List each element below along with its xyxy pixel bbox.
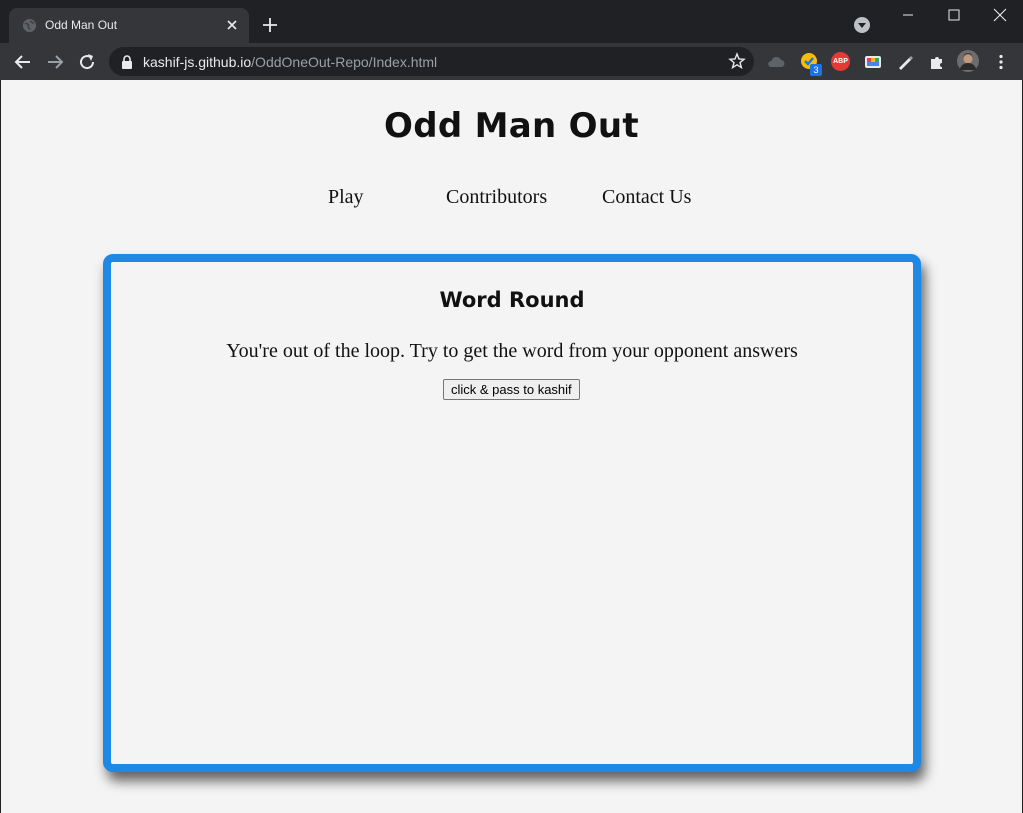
close-window-icon[interactable] — [977, 0, 1023, 30]
forward-arrow-icon[interactable] — [43, 50, 67, 74]
minimize-icon[interactable] — [885, 0, 931, 30]
new-tab-plus-icon[interactable] — [259, 14, 281, 36]
page-title: Odd Man Out — [384, 106, 639, 146]
maximize-icon[interactable] — [931, 0, 977, 30]
browser-tab[interactable]: Odd Man Out — [9, 8, 249, 43]
nav-link-contact-us[interactable]: Contact Us — [602, 186, 691, 209]
round-title: Word Round — [439, 288, 585, 312]
color-palette-extension-icon[interactable] — [863, 52, 883, 72]
reload-icon[interactable] — [75, 50, 99, 74]
url-path: /OddOneOut-Repo/Index.html — [251, 54, 438, 70]
todo-extension[interactable]: 3 — [799, 51, 823, 77]
url-host: kashif-js.github.io — [143, 54, 252, 70]
cloud-icon[interactable] — [766, 52, 786, 72]
address-bar[interactable]: kashif-js.github.io/OddOneOut-Repo/Index… — [109, 47, 754, 76]
close-tab-icon[interactable] — [223, 16, 241, 34]
pen-extension-icon[interactable] — [895, 52, 915, 72]
tab-search-icon[interactable] — [853, 16, 871, 34]
game-card: Word Round You're out of the loop. Try t… — [103, 254, 921, 772]
adblock-extension-icon[interactable]: ABP — [831, 52, 850, 71]
page-viewport: Odd Man Out Play Contributors Contact Us… — [1, 80, 1022, 813]
back-arrow-icon[interactable] — [11, 50, 35, 74]
main-nav: Play Contributors Contact Us — [1, 186, 1022, 210]
profile-avatar-icon[interactable] — [957, 50, 979, 72]
bookmark-star-icon[interactable] — [728, 52, 746, 70]
nav-link-play[interactable]: Play — [328, 186, 364, 209]
pass-button[interactable]: click & pass to kashif — [443, 379, 580, 400]
tab-title: Odd Man Out — [45, 18, 118, 32]
round-message: You're out of the loop. Try to get the w… — [226, 340, 798, 362]
globe-icon — [22, 18, 37, 33]
more-menu-icon[interactable] — [991, 52, 1011, 72]
url-text[interactable]: kashif-js.github.io/OddOneOut-Repo/Index… — [143, 54, 437, 70]
nav-link-contributors[interactable]: Contributors — [446, 186, 547, 209]
browser-toolbar: kashif-js.github.io/OddOneOut-Repo/Index… — [0, 43, 1023, 80]
title-bar: Odd Man Out — [0, 0, 1023, 43]
puzzle-piece-extensions-icon[interactable] — [927, 52, 947, 72]
lock-icon[interactable] — [120, 54, 134, 70]
todo-count-badge: 3 — [810, 64, 822, 76]
